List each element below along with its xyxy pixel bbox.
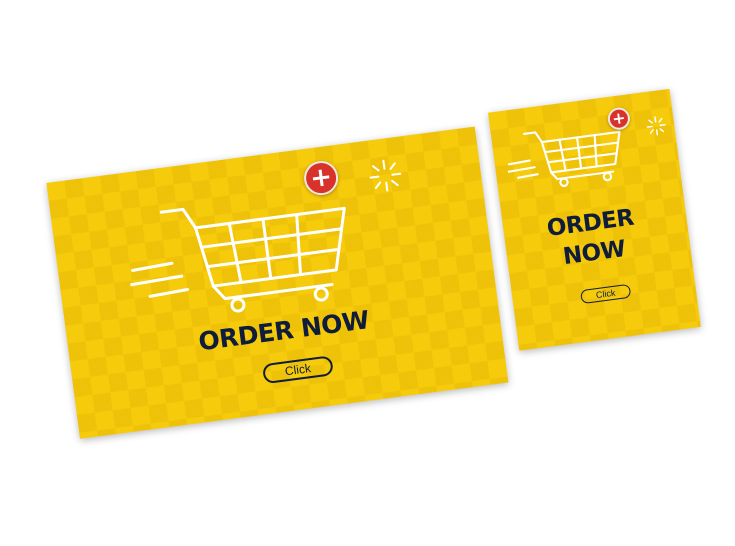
order-now-banner-large[interactable]: + ORDER NOW Click (46, 126, 509, 439)
click-button[interactable]: Click (261, 355, 334, 385)
ad-banner-set: + ORDER NOW Click + ORDER NOW Click (0, 0, 735, 546)
sparkle-icon (646, 116, 666, 136)
sparkle-icon (369, 159, 402, 192)
order-now-headline: ORDER NOW (545, 204, 636, 271)
click-button[interactable]: Click (579, 283, 632, 305)
shopping-cart-icon (128, 206, 346, 313)
order-now-banner-small[interactable]: + ORDER NOW Click (488, 88, 701, 351)
